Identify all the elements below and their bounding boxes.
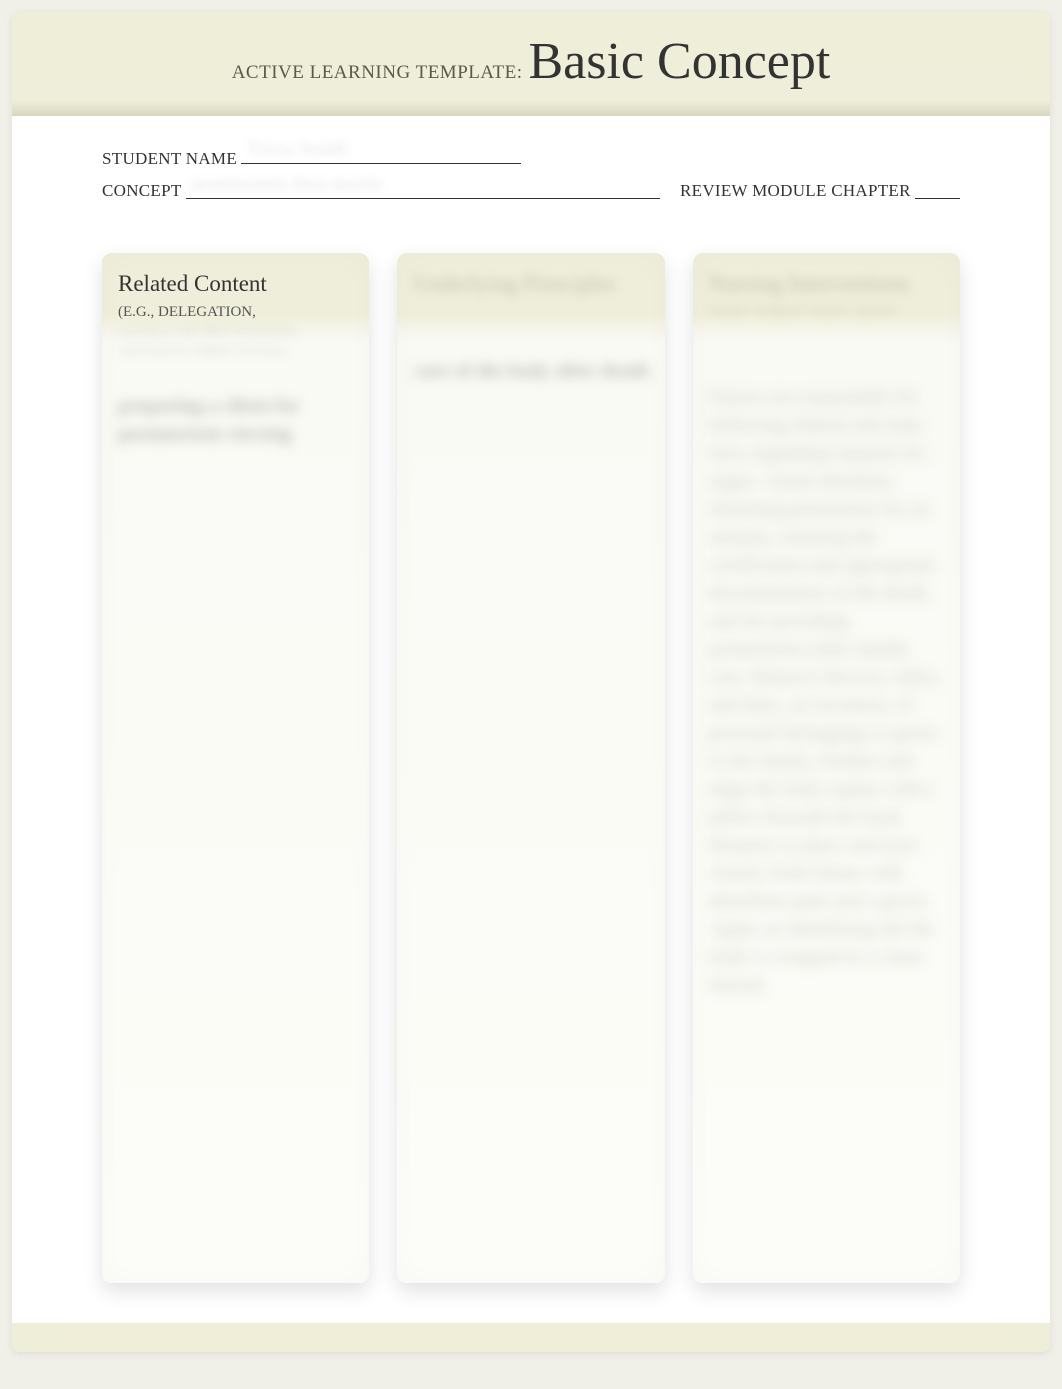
principles-body: care of the body after death (413, 357, 648, 385)
template-line: ACTIVE LEARNING TEMPLATE: Basic Concept (102, 32, 960, 91)
nursing-interventions-card: Nursing Interventions WHO? WHEN? WHY? HO… (693, 253, 960, 1283)
chapter-label: REVIEW MODULE CHAPTER (680, 181, 911, 201)
student-value: Tricia Smith (247, 138, 347, 161)
related-content-card: Related Content (E.G., DELEGATION, LEVEL… (102, 253, 369, 1283)
concept-chapter-row: CONCEPT postmortem then mortis REVIEW MO… (102, 181, 960, 201)
nursing-title: Nursing Interventions (709, 271, 944, 297)
info-section: STUDENT NAME Tricia Smith CONCEPT postmo… (12, 116, 1050, 223)
concept-group: CONCEPT postmortem then mortis (102, 181, 660, 201)
student-row: STUDENT NAME Tricia Smith (102, 146, 960, 169)
bottom-fade (52, 1322, 1010, 1344)
principles-title: Underlying Principles (413, 271, 648, 297)
related-subtitle-1: (E.G., DELEGATION, (118, 303, 353, 323)
nursing-body: Nurses are responsible for following fed… (709, 383, 944, 999)
header-band: ACTIVE LEARNING TEMPLATE: Basic Concept (12, 12, 1050, 116)
related-subtitle-3: ADVANCE DIRECTIVES) (118, 342, 353, 362)
template-title: Basic Concept (528, 32, 830, 91)
related-subtitle-2: LEVELS OF PREVENTION, (118, 323, 353, 343)
concept-value: postmortem then mortis (192, 173, 383, 196)
chapter-group: REVIEW MODULE CHAPTER (680, 181, 960, 201)
page-container: ACTIVE LEARNING TEMPLATE: Basic Concept … (12, 12, 1050, 1352)
chapter-line (915, 181, 960, 199)
related-body: preparing a client for postmortem viewin… (118, 392, 353, 448)
template-prefix: ACTIVE LEARNING TEMPLATE: (232, 62, 523, 84)
concept-line: postmortem then mortis (186, 181, 660, 199)
concept-label: CONCEPT (102, 181, 182, 201)
underlying-principles-card: Underlying Principles care of the body a… (397, 253, 664, 1283)
nursing-subtitle: WHO? WHEN? WHY? HOW? (709, 303, 944, 323)
student-label: STUDENT NAME (102, 149, 237, 169)
related-title: Related Content (118, 271, 353, 297)
columns: Related Content (E.G., DELEGATION, LEVEL… (12, 223, 1050, 1323)
student-line: Tricia Smith (241, 146, 521, 164)
